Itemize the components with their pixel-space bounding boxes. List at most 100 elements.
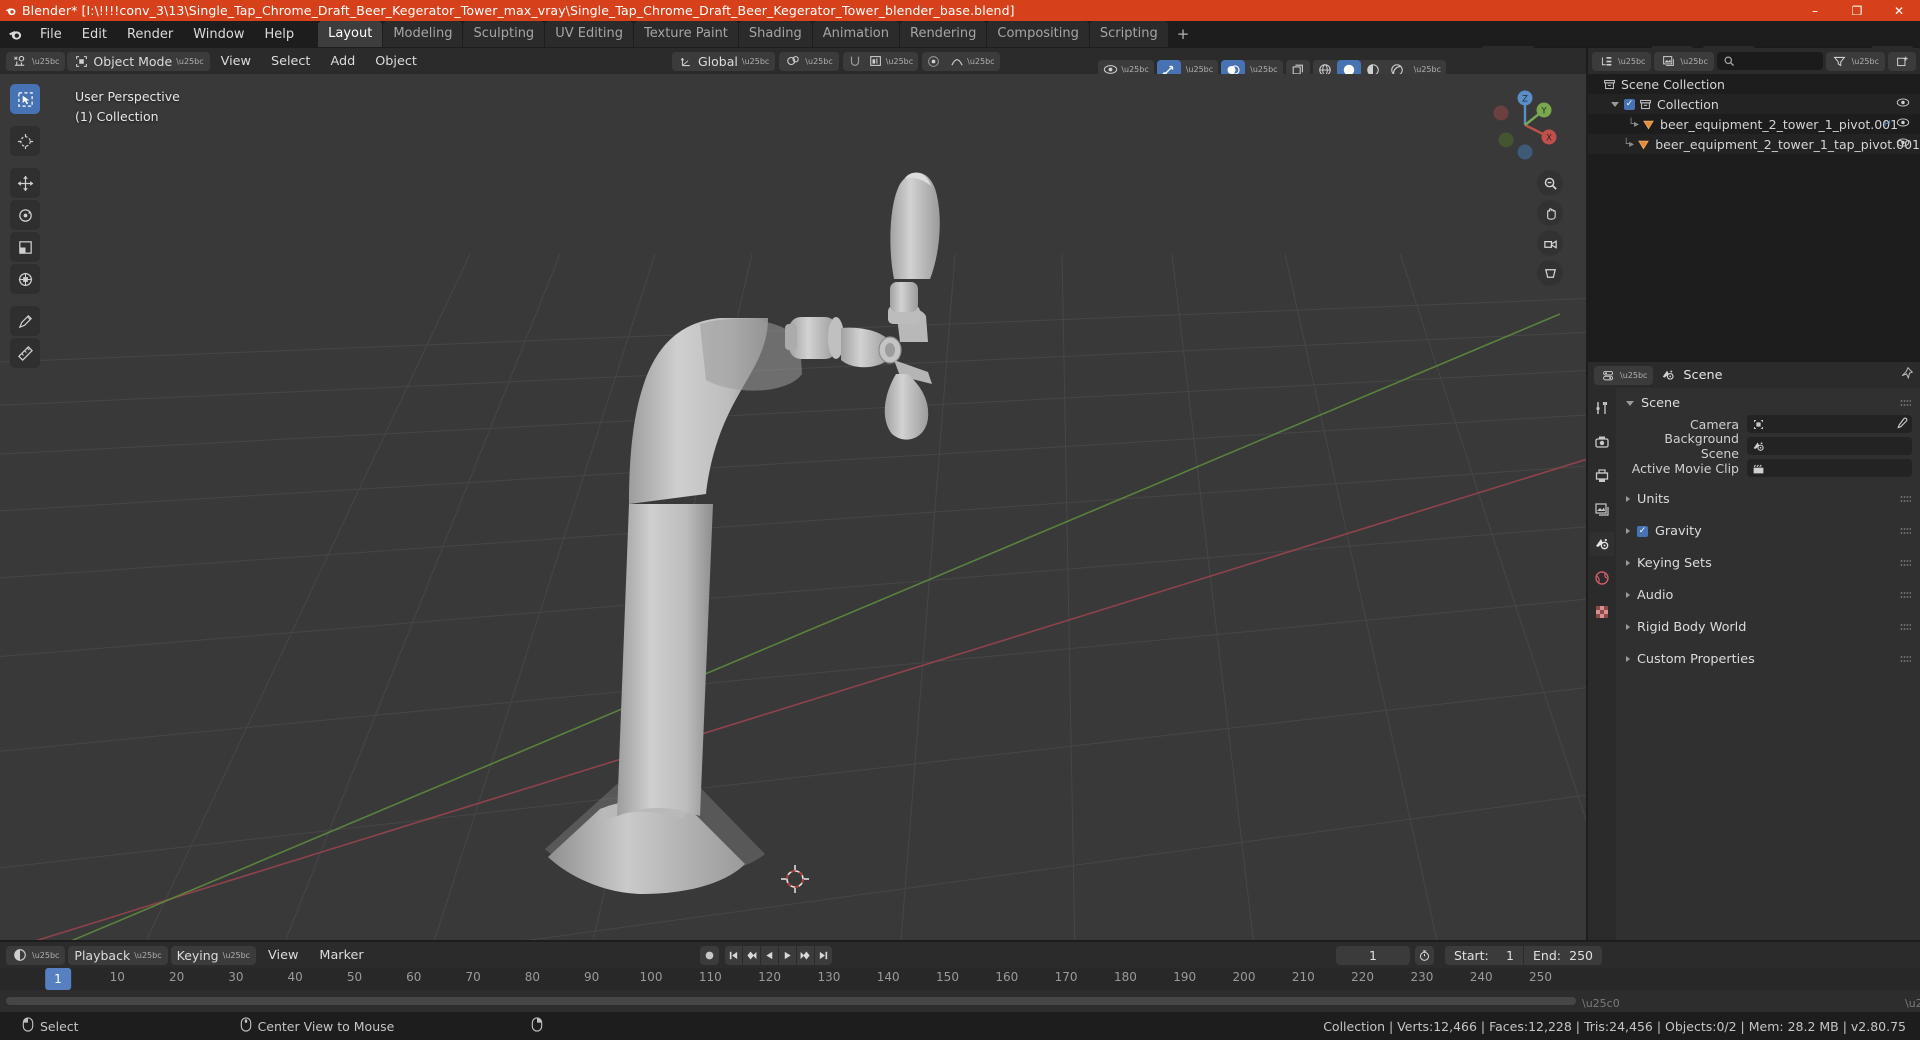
end-frame-field[interactable]: End: 250: [1524, 945, 1602, 965]
timeline-scrollbar[interactable]: [6, 997, 1576, 1005]
eye-icon[interactable]: [1896, 136, 1910, 151]
outliner-editor-type-button[interactable]: \u25bc: [1592, 51, 1652, 71]
current-frame-field[interactable]: 1: [1336, 945, 1410, 965]
tool-transform[interactable]: [10, 264, 40, 294]
drag-handle-icon[interactable]: [1900, 527, 1911, 535]
viewport-menu-object[interactable]: Object: [366, 52, 426, 71]
chevron-right-icon[interactable]: [1626, 656, 1630, 662]
workspace-tab-texture-paint[interactable]: Texture Paint: [634, 21, 738, 47]
chevron-right-icon[interactable]: [1626, 592, 1630, 598]
play-button[interactable]: [779, 945, 796, 965]
eye-icon[interactable]: [1896, 116, 1910, 131]
outliner-filter-button[interactable]: \u25bc: [1825, 51, 1885, 71]
tree-branch-icon[interactable]: └▸: [1623, 139, 1634, 150]
scroll-right-arrow[interactable]: \u25b6: [1905, 997, 1920, 1010]
tool-measure[interactable]: [10, 338, 40, 368]
maximize-button[interactable]: ❐: [1836, 0, 1878, 21]
timeline-playhead[interactable]: 1: [45, 968, 71, 990]
workspace-tab-modeling[interactable]: Modeling: [383, 21, 463, 47]
menu-render[interactable]: Render: [117, 24, 183, 45]
proportional-edit-toggle[interactable]: [922, 52, 945, 71]
snap-pivot-dropdown[interactable]: \u25bc: [779, 51, 839, 71]
tab-tool[interactable]: [1590, 396, 1614, 420]
workspace-tab-compositing[interactable]: Compositing: [987, 21, 1089, 47]
playback-dropdown[interactable]: Playback \u25bc: [68, 945, 168, 965]
drag-handle-icon[interactable]: [1900, 655, 1911, 663]
tool-scale[interactable]: [10, 232, 40, 262]
outliner-row[interactable]: └▸ beer_equipment_2_tower_1_tap_pivot.001: [1588, 134, 1920, 154]
property-field-active-movie-clip[interactable]: [1747, 459, 1912, 477]
eyedropper-icon[interactable]: [1895, 417, 1908, 434]
workspace-tab-animation[interactable]: Animation: [812, 21, 899, 47]
timeline-editor-type-button[interactable]: \u25bc: [6, 945, 66, 965]
outliner-row[interactable]: └▸ beer_equipment_2_tower_1_pivot.001 ↵: [1588, 114, 1920, 134]
outliner-row[interactable]: ✓ Collection: [1588, 94, 1920, 114]
properties-editor-type-button[interactable]: \u25bc: [1594, 365, 1654, 385]
tab-scene[interactable]: [1590, 532, 1614, 556]
drag-handle-icon[interactable]: [1900, 495, 1911, 503]
menu-file[interactable]: File: [30, 24, 72, 45]
tab-render[interactable]: [1590, 430, 1614, 454]
pan-hand-icon[interactable]: [1537, 200, 1563, 226]
toggle-perspective-icon[interactable]: [1537, 260, 1563, 286]
tool-annotate[interactable]: [10, 306, 40, 336]
workspace-tab-sculpting[interactable]: Sculpting: [463, 21, 545, 47]
tab-output[interactable]: [1590, 464, 1614, 488]
timeline-menu-marker[interactable]: Marker: [310, 946, 372, 965]
workspace-tab-scripting[interactable]: Scripting: [1089, 21, 1168, 47]
add-workspace-button[interactable]: +: [1168, 21, 1199, 47]
timeline-menu-view[interactable]: View: [259, 946, 307, 965]
tool-rotate[interactable]: [10, 200, 40, 230]
property-section-header[interactable]: Audio: [1616, 584, 1920, 606]
timeline-ruler[interactable]: 10 20 30 40 50 60 70 80 90 100 110 120 130 140 150 160 1…: [0, 968, 1920, 990]
chevron-right-icon[interactable]: [1626, 496, 1630, 502]
tree-branch-icon[interactable]: └▸: [1628, 119, 1639, 130]
tab-world[interactable]: [1590, 566, 1614, 590]
drag-handle-icon[interactable]: [1900, 623, 1911, 631]
chevron-right-icon[interactable]: [1626, 560, 1630, 566]
menu-edit[interactable]: Edit: [72, 24, 117, 45]
interaction-mode-dropdown[interactable]: Object Mode \u25bc: [67, 51, 210, 71]
property-section-header[interactable]: Custom Properties: [1616, 648, 1920, 670]
workspace-tab-rendering[interactable]: Rendering: [900, 21, 987, 47]
property-field-background-scene[interactable]: [1747, 437, 1912, 455]
chevron-right-icon[interactable]: [1626, 624, 1630, 630]
jump-to-end-button[interactable]: [815, 945, 832, 965]
chevron-right-icon[interactable]: [1626, 528, 1630, 534]
tool-move[interactable]: [10, 168, 40, 198]
play-reverse-button[interactable]: [761, 945, 778, 965]
blender-menu-logo-icon[interactable]: [0, 27, 30, 42]
zoom-icon[interactable]: [1537, 170, 1563, 196]
next-keyframe-button[interactable]: [797, 945, 814, 965]
outliner-row[interactable]: Scene Collection: [1588, 74, 1920, 94]
outliner-search-input[interactable]: [1716, 52, 1823, 70]
workspace-tab-uv-editing[interactable]: UV Editing: [545, 21, 634, 47]
outliner-display-mode-dropdown[interactable]: \u25bc: [1654, 51, 1714, 71]
editor-type-button[interactable]: \u25bc: [6, 51, 66, 71]
jump-to-start-button[interactable]: [725, 945, 742, 965]
chevron-down-icon[interactable]: [1611, 101, 1619, 107]
timeline-track-area[interactable]: \u25c0 \u25b6: [0, 990, 1920, 1012]
drag-handle-icon[interactable]: [1900, 399, 1911, 407]
viewport-menu-select[interactable]: Select: [262, 52, 319, 71]
start-frame-field[interactable]: Start: 1: [1445, 945, 1523, 965]
navigation-gizmo[interactable]: Z X Y: [1486, 86, 1564, 164]
property-section-header[interactable]: Units: [1616, 488, 1920, 510]
drag-handle-icon[interactable]: [1900, 591, 1911, 599]
minimize-button[interactable]: –: [1794, 0, 1836, 21]
tool-cursor[interactable]: [10, 126, 40, 156]
tool-select-box[interactable]: [10, 84, 40, 114]
camera-view-icon[interactable]: [1537, 230, 1563, 256]
proportional-falloff-dropdown[interactable]: \u25bc: [945, 52, 999, 71]
menu-window[interactable]: Window: [183, 24, 254, 45]
visibility-checkbox[interactable]: ✓: [1624, 98, 1635, 110]
scene-panel-header[interactable]: Scene: [1616, 392, 1920, 414]
tab-texture[interactable]: [1590, 600, 1614, 624]
tab-view-layer[interactable]: [1590, 498, 1614, 522]
workspace-tab-layout[interactable]: Layout: [318, 21, 383, 47]
menu-help[interactable]: Help: [255, 24, 305, 45]
snap-toggle-button[interactable]: [843, 52, 867, 71]
property-section-header[interactable]: ✓ Gravity: [1616, 520, 1920, 542]
restrict-render-icon[interactable]: ↵: [1883, 117, 1892, 130]
keying-dropdown[interactable]: Keying \u25bc: [170, 945, 257, 965]
